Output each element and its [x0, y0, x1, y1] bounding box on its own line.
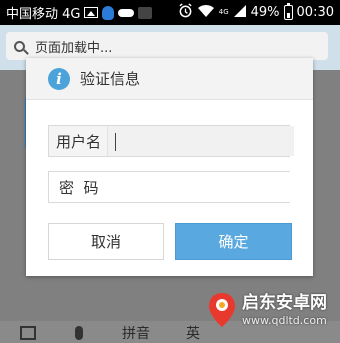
microphone-icon[interactable]	[75, 326, 83, 340]
keyboard-icon[interactable]	[20, 326, 36, 340]
username-input[interactable]	[108, 126, 295, 156]
alarm-icon	[178, 3, 193, 22]
status-bar: 中国移动 4G 4G 49% 00:30	[0, 0, 340, 25]
watermark-title: 启东安卓网	[242, 292, 327, 313]
dialog-header: i 验证信息	[26, 58, 313, 100]
carrier-label: 中国移动 4G	[6, 7, 81, 22]
search-icon	[14, 40, 25, 52]
search-bar[interactable]: 页面加载中...	[6, 32, 328, 60]
battery-percent: 49%	[250, 5, 280, 20]
signal-icon	[233, 4, 247, 22]
confirm-button[interactable]: 确定	[175, 223, 292, 260]
watermark: 启东安卓网 www.qdltd.com	[208, 292, 327, 328]
pinyin-button[interactable]: 拼音	[122, 323, 150, 343]
wifi-icon	[197, 4, 215, 22]
username-field: 用户名	[48, 125, 295, 157]
battery-icon	[283, 3, 293, 20]
cloud-notification-icon	[118, 8, 135, 17]
network-type-label: 4G	[218, 8, 229, 16]
watermark-url: www.qdltd.com	[242, 313, 327, 327]
dialog-title: 验证信息	[80, 70, 141, 88]
info-icon: i	[48, 67, 70, 90]
english-button[interactable]: 英	[186, 323, 200, 343]
qq-notification-icon	[102, 5, 115, 20]
clock: 00:30	[296, 5, 334, 20]
cancel-button[interactable]: 取消	[48, 223, 164, 260]
password-input[interactable]	[104, 172, 291, 202]
image-notification-icon	[84, 7, 99, 18]
verification-dialog: i 验证信息 用户名 密 码 取消 确定	[26, 58, 313, 276]
app-notification-icon	[138, 6, 153, 19]
text-cursor	[115, 133, 116, 151]
watermark-logo-icon	[208, 292, 236, 328]
password-field: 密 码	[48, 171, 291, 203]
username-label: 用户名	[49, 126, 109, 156]
password-label: 密 码	[59, 178, 99, 197]
search-placeholder: 页面加载中...	[35, 40, 113, 56]
